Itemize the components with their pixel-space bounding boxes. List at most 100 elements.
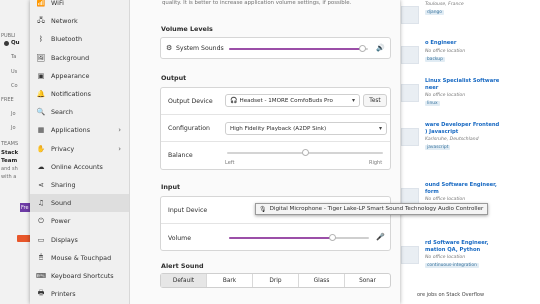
alert-sound-option-default[interactable]: Default — [161, 274, 207, 287]
company-logo — [401, 246, 419, 264]
sidebar-item-appearance[interactable]: ▣ Appearance — [30, 67, 129, 85]
sidebar-item-printers[interactable]: 🖶 Printers — [30, 285, 129, 303]
alert-sound-option-glass[interactable]: Glass — [299, 274, 345, 287]
job-tag[interactable]: backup — [425, 56, 445, 62]
configuration-dropdown[interactable]: High Fidelity Playback (A2DP Sink) ▾ — [225, 122, 387, 135]
bg-left-label: Stack — [1, 150, 19, 156]
sharing-icon: ⋖ — [38, 181, 44, 189]
configuration-value: High Fidelity Playback (A2DP Sink) — [230, 125, 327, 132]
job-title[interactable]: o Engineer — [425, 40, 456, 47]
sidebar-item-privacy[interactable]: ✋ Privacy › — [30, 140, 129, 158]
printers-icon: 🖶 — [37, 288, 45, 297]
alert-sound-heading: Alert Sound — [161, 262, 204, 270]
sidebar-item-label: Search — [51, 108, 73, 117]
bg-left-label: Fre — [21, 205, 29, 211]
input-volume-slider-handle[interactable] — [329, 234, 337, 241]
input-volume-slider-fill — [229, 237, 333, 239]
output-device-dropdown[interactable]: 🎧 Headset - 1MORE ComfoBuds Pro ▾ — [225, 94, 360, 107]
sidebar-item-displays[interactable]: ▭ Displays — [30, 231, 129, 249]
job-tag[interactable]: linux — [425, 101, 440, 106]
sidebar-item-label: Sound — [51, 199, 72, 208]
test-button[interactable]: Test — [363, 94, 387, 107]
bluetooth-icon: ᛒ — [38, 35, 44, 44]
volume-hint-text: quality. It is better to increase applic… — [162, 0, 352, 6]
system-sounds-slider[interactable] — [229, 45, 368, 52]
system-sounds-slider-handle[interactable] — [358, 45, 366, 52]
bg-left-label: TEAMS — [1, 141, 19, 147]
bg-left-label: Jo — [11, 125, 16, 131]
bg-left-label: Us — [11, 69, 18, 75]
system-sounds-slider-fill — [229, 48, 363, 50]
microphone-icon: 🎙 — [259, 205, 267, 213]
alert-sound-option-sonar[interactable]: Sonar — [345, 274, 390, 287]
balance-slider-handle[interactable] — [301, 149, 309, 156]
job-location: No office location — [425, 48, 466, 54]
settings-window: 📶 WiFi 🖧 Network ᛒ Bluetooth 🖼 Background ▣ Appea… — [30, 0, 489, 304]
alert-sound-selector: Default Bark Drip Glass Sonar — [160, 273, 391, 288]
alert-sound-option-drip[interactable]: Drip — [253, 274, 299, 287]
input-device-label: Input Device — [168, 207, 208, 214]
sidebar-item-keyboard[interactable]: ⌨ Keyboard Shortcuts — [30, 267, 129, 285]
sidebar-item-label: Appearance — [51, 71, 90, 80]
sidebar-item-wifi[interactable]: 📶 WiFi — [30, 0, 129, 12]
job-tag[interactable]: javascript — [425, 145, 451, 150]
mouse-touchpad-icon: 🖱 — [38, 253, 44, 262]
sidebar-item-power[interactable]: ⏻ Power — [30, 212, 129, 230]
input-volume-label: Volume — [168, 235, 192, 242]
input-volume-slider[interactable] — [229, 234, 369, 241]
applications-icon: ▦ — [37, 126, 45, 135]
sidebar-item-bluetooth[interactable]: ᛒ Bluetooth — [30, 30, 129, 48]
company-logo — [401, 46, 419, 64]
sidebar-item-label: Printers — [51, 290, 76, 299]
sidebar-item-network[interactable]: 🖧 Network — [30, 12, 129, 30]
sidebar-item-label: Power — [51, 217, 71, 226]
chevron-down-icon: ▾ — [378, 125, 382, 132]
job-tag[interactable]: continuous-integration — [425, 263, 479, 268]
microphone-icon[interactable]: 🎤 — [376, 233, 385, 241]
search-icon: 🔍 — [36, 108, 46, 117]
job-tag[interactable]: django — [425, 10, 444, 15]
sidebar-item-mouse-touchpad[interactable]: 🖱 Mouse & Touchpad — [30, 249, 129, 267]
bg-left-label: Qu — [11, 40, 20, 46]
balance-slider[interactable] — [227, 149, 383, 156]
gear-icon: ⚙ — [166, 44, 173, 52]
sidebar-item-label: Privacy — [51, 144, 75, 153]
input-heading: Input — [161, 183, 181, 191]
bg-left-label: and sh — [1, 166, 18, 172]
input-volume-row: Volume 🎤 — [161, 224, 390, 251]
system-sounds-row: ⚙ System Sounds 🔊 — [161, 38, 390, 58]
bg-left-label: PUBLI — [1, 33, 16, 39]
output-device-value: Headset - 1MORE ComfoBuds Pro — [239, 97, 333, 104]
job-location: No office location — [425, 197, 466, 202]
settings-sidebar: 📶 WiFi 🖧 Network ᛒ Bluetooth 🖼 Background ▣ Appea… — [30, 0, 130, 304]
balance-left-label: Left — [225, 160, 235, 166]
job-title[interactable]: ware Developer Frontend ) Javascript — [425, 122, 499, 135]
background-jobs-panel: Toulouse, France django o Engineer No offic… — [392, 0, 540, 304]
privacy-icon: ✋ — [36, 144, 46, 153]
alert-sound-option-bark[interactable]: Bark — [207, 274, 253, 287]
job-title[interactable]: rd Software Engineer, mation QA, Python — [425, 240, 489, 253]
sidebar-item-sound[interactable]: ♫ Sound — [30, 194, 129, 213]
sound-icon: ♫ — [37, 199, 45, 208]
more-jobs-link[interactable]: ore jobs on Stack Overflow — [417, 292, 484, 298]
sidebar-item-label: Mouse & Touchpad — [51, 253, 112, 262]
sidebar-item-background[interactable]: 🖼 Background — [30, 49, 129, 67]
keyboard-icon: ⌨ — [35, 272, 47, 280]
globe-icon — [4, 41, 9, 46]
output-device-row: Output Device 🎧 Headset - 1MORE ComfoBud… — [161, 88, 390, 115]
background-left-panel: PUBLI Qu Ta Us Co FREE Jo Jo TEAMS Stack… — [0, 0, 32, 304]
job-title[interactable]: ound Software Engineer, form — [425, 182, 497, 195]
configuration-label: Configuration — [168, 125, 210, 132]
sidebar-item-applications[interactable]: ▦ Applications › — [30, 121, 129, 139]
sidebar-item-notifications[interactable]: 🔔 Notifications — [30, 85, 129, 103]
speaker-icon[interactable]: 🔊 — [376, 44, 385, 52]
power-icon: ⏻ — [38, 216, 44, 225]
sidebar-item-label: Online Accounts — [51, 162, 103, 171]
sidebar-item-search[interactable]: 🔍 Search — [30, 103, 129, 121]
company-logo — [401, 84, 419, 102]
sidebar-item-sharing[interactable]: ⋖ Sharing — [30, 176, 129, 194]
headphones-icon: 🎧 — [230, 97, 238, 104]
bg-left-label: Co — [11, 83, 18, 89]
job-title[interactable]: Linux Specialist Software neer — [425, 78, 499, 91]
sidebar-item-online-accounts[interactable]: ☁ Online Accounts — [30, 158, 129, 176]
